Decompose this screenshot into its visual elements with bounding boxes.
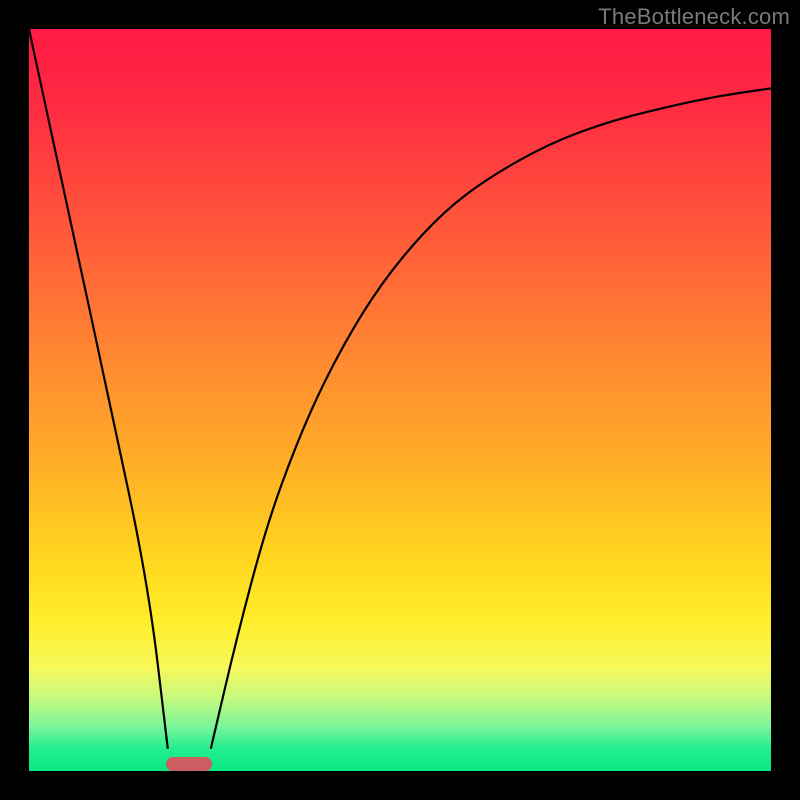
- curves-svg: [29, 29, 771, 771]
- chart-frame: TheBottleneck.com: [0, 0, 800, 800]
- watermark-text: TheBottleneck.com: [598, 4, 790, 30]
- plot-area: [29, 29, 771, 771]
- left-line-path: [29, 29, 168, 749]
- min-marker: [166, 757, 212, 771]
- right-curve-path: [211, 88, 771, 748]
